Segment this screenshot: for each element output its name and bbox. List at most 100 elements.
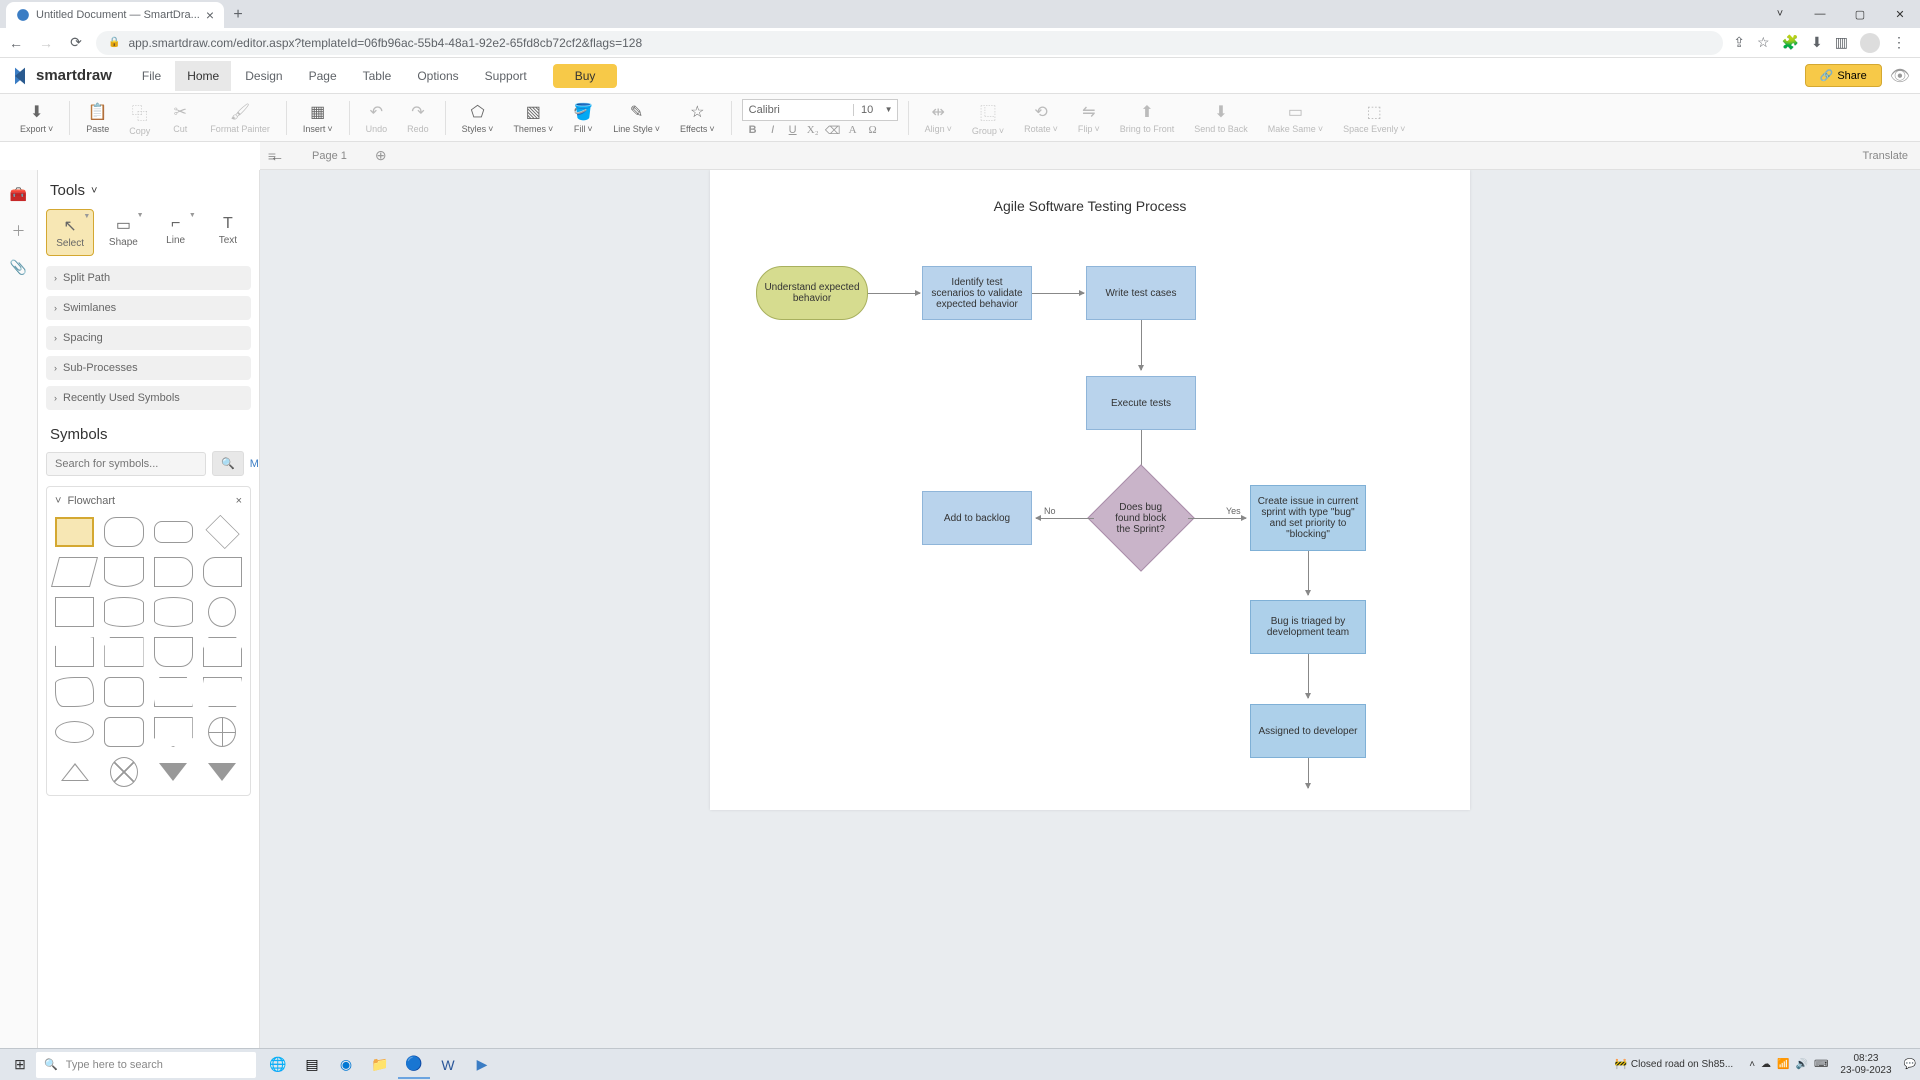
select-tool[interactable]: ↖Select▼ [46, 209, 94, 256]
watch-icon[interactable]: 👁 [1890, 66, 1910, 86]
symbol-trapezoid2[interactable] [203, 677, 242, 707]
page-tab-1[interactable]: Page 1 [284, 150, 375, 162]
symbol-triangle-down2[interactable] [203, 757, 242, 787]
symbols-more-link[interactable]: More ✿ [250, 457, 260, 470]
back-icon[interactable]: ← [6, 35, 26, 51]
symbol-trapezoid[interactable] [154, 677, 193, 707]
symbol-ellipse2[interactable] [55, 721, 94, 743]
tools-header[interactable]: Tools ˅ [46, 176, 251, 209]
menu-options[interactable]: Options [405, 61, 470, 91]
symbol-disk[interactable] [154, 597, 193, 627]
space-evenly-button[interactable]: ⬚Space Evenly ˅ [1333, 98, 1415, 138]
minimize-icon[interactable]: — [1804, 8, 1836, 20]
symbol-or[interactable] [110, 757, 138, 787]
section-recent-symbols[interactable]: ›Recently Used Symbols [46, 386, 251, 410]
section-split-path[interactable]: ›Split Path [46, 266, 251, 290]
copy-button[interactable]: ⿻Copy [119, 96, 160, 140]
chevron-down-icon[interactable]: ˅ [1764, 8, 1796, 20]
windows-search[interactable]: 🔍 Type here to search [36, 1052, 256, 1078]
make-same-button[interactable]: ▭Make Same ˅ [1258, 98, 1333, 138]
menu-support[interactable]: Support [473, 61, 539, 91]
explorer-icon[interactable]: 📁 [364, 1051, 396, 1079]
format-painter-button[interactable]: 🖌Format Painter [200, 98, 280, 138]
share-button[interactable]: 🔗 Share [1805, 64, 1882, 87]
effects-button[interactable]: ☆Effects ˅ [670, 98, 725, 138]
undo-button[interactable]: ↶Undo [356, 98, 398, 138]
cortana-icon[interactable]: 🌐 [262, 1051, 294, 1079]
clipboard-icon[interactable]: 📎 [10, 259, 27, 276]
font-color-button[interactable]: A [844, 124, 862, 137]
symbol-terminator[interactable] [104, 517, 143, 547]
styles-button[interactable]: ⬠Styles ˅ [452, 98, 504, 138]
clear-format-button[interactable]: ⌫ [824, 124, 842, 137]
shape-tool[interactable]: ▭Shape▼ [100, 209, 146, 256]
menu-home[interactable]: Home [175, 61, 231, 91]
share-page-icon[interactable]: ⇪ [1733, 34, 1745, 51]
translate-button[interactable]: Translate [1863, 150, 1920, 162]
menu-file[interactable]: File [130, 61, 173, 91]
volume-icon[interactable]: 🔊 [1796, 1059, 1808, 1070]
language-icon[interactable]: ⌨ [1814, 1059, 1828, 1070]
drawing-canvas[interactable]: Agile Software Testing Process Understan… [710, 170, 1470, 810]
symbol-decision[interactable] [205, 515, 239, 549]
line-style-button[interactable]: ✎Line Style ˅ [603, 98, 670, 138]
export-button[interactable]: ⬇Export ˅ [10, 98, 63, 138]
line-tool[interactable]: ⌐Line▼ [153, 209, 199, 256]
symbol-internal-storage[interactable] [55, 597, 94, 627]
paste-button[interactable]: 📋Paste [76, 98, 119, 138]
close-tab-icon[interactable]: × [206, 7, 214, 23]
chevron-down-icon[interactable]: ˅ [55, 495, 61, 507]
redo-button[interactable]: ↷Redo [397, 98, 439, 138]
buy-button[interactable]: Buy [553, 64, 618, 88]
close-panel-icon[interactable]: × [236, 495, 242, 507]
symbol-wave[interactable] [55, 677, 94, 707]
flip-button[interactable]: ⇋Flip ˅ [1068, 98, 1110, 138]
node-create-issue[interactable]: Create issue in current sprint with type… [1250, 485, 1366, 551]
symbol-database[interactable] [104, 597, 143, 627]
windows-start-icon[interactable]: ⊞ [4, 1056, 36, 1073]
section-sub-processes[interactable]: ›Sub-Processes [46, 356, 251, 380]
clock[interactable]: 08:23 23-09-2023 [1834, 1053, 1897, 1077]
symbol-document[interactable] [104, 557, 143, 587]
notifications-icon[interactable]: 💬 [1904, 1059, 1916, 1070]
tray-chevron-icon[interactable]: ˄ [1749, 1059, 1755, 1070]
themes-button[interactable]: ▧Themes ˅ [503, 98, 563, 138]
symbol-rounded[interactable] [104, 677, 143, 707]
font-selector[interactable]: Calibri 10 ▼ [742, 99, 898, 121]
node-backlog[interactable]: Add to backlog [922, 491, 1032, 545]
symbol-manual-input[interactable] [55, 637, 94, 667]
onedrive-icon[interactable]: ☁ [1761, 1059, 1771, 1070]
symbol-data[interactable] [51, 557, 98, 587]
toolbox-icon[interactable]: 🧰 [10, 186, 27, 203]
symbol-predefined[interactable] [104, 717, 143, 747]
symbol-search-input[interactable] [46, 452, 206, 476]
close-window-icon[interactable]: ✕ [1884, 8, 1916, 21]
node-triage[interactable]: Bug is triaged by development team [1250, 600, 1366, 654]
back-to-gallery-icon[interactable]: ← [270, 148, 284, 164]
symbol-triangle-down[interactable] [154, 757, 193, 787]
menu-page[interactable]: Page [297, 61, 349, 91]
symbol-summing[interactable] [208, 717, 236, 747]
reload-icon[interactable]: ⟳ [66, 34, 86, 51]
group-button[interactable]: ⿺Group ˅ [962, 96, 1014, 140]
symbol-search-button[interactable]: 🔍 [212, 451, 244, 476]
menu-design[interactable]: Design [233, 61, 294, 91]
task-view-icon[interactable]: ▤ [296, 1051, 328, 1079]
url-bar[interactable]: 🔒 app.smartdraw.com/editor.aspx?template… [96, 31, 1723, 55]
bookmark-icon[interactable]: ☆ [1757, 34, 1770, 51]
word-icon[interactable]: W [432, 1051, 464, 1079]
insert-button[interactable]: ▦Insert ˅ [293, 98, 343, 138]
symbol-display[interactable] [203, 557, 242, 587]
profile-avatar[interactable] [1860, 33, 1880, 53]
node-execute[interactable]: Execute tests [1086, 376, 1196, 430]
weather-widget[interactable]: 🚧 Closed road on Sh85... [1614, 1059, 1733, 1070]
bring-front-button[interactable]: ⬆Bring to Front [1110, 98, 1185, 138]
add-icon[interactable]: ＋ [12, 221, 26, 241]
italic-button[interactable]: I [764, 124, 782, 137]
downloads-icon[interactable]: ⬇ [1811, 34, 1823, 51]
symbol-button[interactable]: Ω [864, 124, 882, 137]
browser-tab[interactable]: Untitled Document — SmartDra... × [6, 2, 224, 28]
app-logo[interactable]: smartdraw [10, 66, 112, 86]
symbol-process[interactable] [55, 517, 94, 547]
underline-button[interactable]: U [784, 124, 802, 137]
